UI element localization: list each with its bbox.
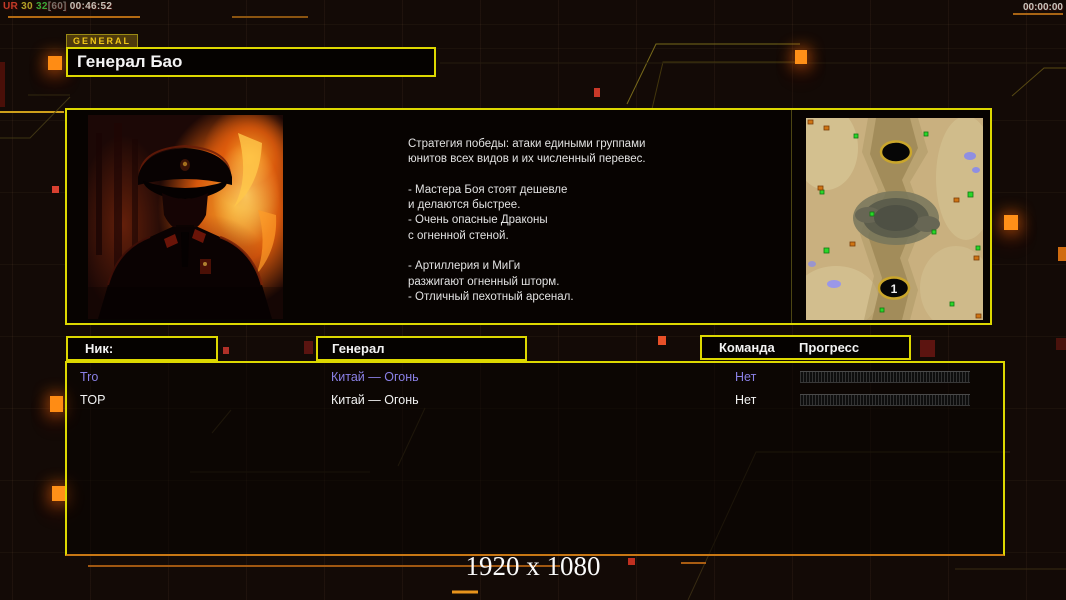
loading-progress-bar [800,371,970,383]
deco-square [52,186,59,193]
player-row: Tro Китай — Огонь Нет [67,366,1003,389]
deco-square [1056,338,1066,350]
deco-bar [0,62,5,107]
column-header-progress-label: Прогресс [799,340,860,355]
match-timer: 00:00:00 [1022,2,1063,13]
column-header-general: Генерал [316,336,527,361]
deco-square [920,340,935,357]
deco-square [658,336,666,345]
player-general: Китай — Огонь [331,393,419,407]
map-preview: 1 [806,118,983,320]
player-nick: Tro [80,370,99,384]
portrait-image [88,115,283,319]
fps-label: UR [3,1,19,12]
deco-square [50,396,63,412]
deco-square [795,50,807,64]
loading-progress-bar [800,394,970,406]
deco-square [52,486,66,501]
deco-square [1004,215,1018,230]
general-tab-label: GENERAL [66,34,139,47]
column-header-team-label: Команда [719,340,775,355]
start-position-number: 1 [891,282,898,296]
map-preview-image: 1 [806,118,983,320]
deco-square [304,341,313,354]
deco-square [1058,247,1066,261]
general-bao-portrait [88,115,283,319]
fps-counter: UR 30 32[60] 00:46:52 [3,1,112,12]
player-row: TOP Китай — Огонь Нет [67,389,1003,412]
player-list-panel: Tro Китай — Огонь Нет TOP Китай — Огонь … [65,361,1005,556]
column-header-team-progress: Команда Прогресс [700,335,911,360]
player-general: Китай — Огонь [331,370,419,384]
strategy-description: Стратегия победы: атаки едиными группами… [408,138,646,303]
fps-value-2: 32 [35,1,48,12]
fps-value-1: 30 [21,1,33,12]
player-team: Нет [735,393,757,407]
player-team: Нет [735,370,757,384]
deco-square [594,88,600,97]
column-header-nick: Ник: [66,336,218,361]
session-time: 00:46:52 [69,1,113,12]
resolution-label: 1920 x 1080 [465,551,601,581]
deco-square [223,347,229,354]
fps-value-max: [60] [47,1,67,12]
deco-square [48,56,62,70]
start-position-top [879,140,913,164]
general-info-panel: Стратегия победы: атаки едиными группами… [65,108,992,325]
player-nick: TOP [80,393,106,407]
general-name-title: Генерал Бао [66,47,436,77]
panel-divider [791,110,792,323]
